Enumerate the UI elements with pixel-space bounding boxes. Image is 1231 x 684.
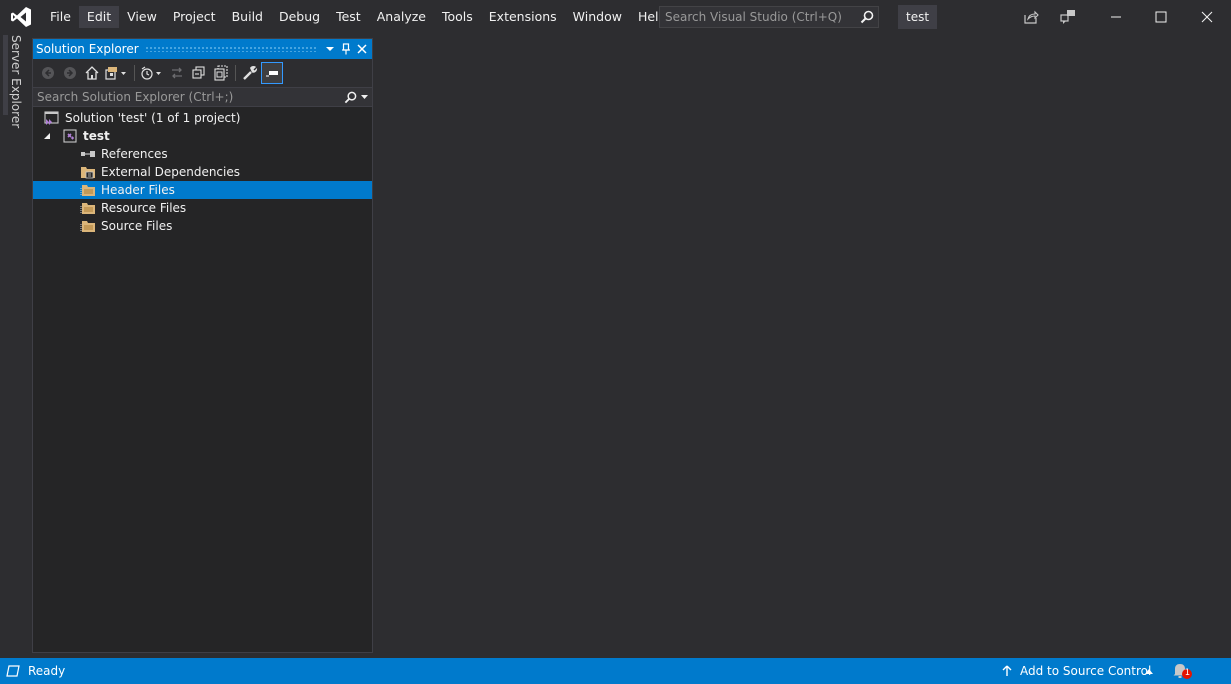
solution-icon — [44, 110, 60, 126]
solution-explorer-titlebar[interactable]: Solution Explorer — [33, 39, 372, 59]
menu-test[interactable]: Test — [328, 6, 369, 28]
menu-analyze[interactable]: Analyze — [369, 6, 434, 28]
close-icon[interactable] — [1184, 0, 1230, 33]
tree-item-header-files[interactable]: Header Files — [33, 181, 372, 199]
toolbar-separator — [235, 65, 236, 81]
menu-tools[interactable]: Tools — [434, 6, 481, 28]
pending-changes-filter-icon[interactable] — [138, 62, 166, 84]
tree-item-label: Resource Files — [101, 201, 187, 215]
tree-item-external-dependencies[interactable]: External Dependencies — [33, 163, 372, 181]
sync-active-document-icon[interactable] — [166, 62, 188, 84]
tree-item-label: Solution 'test' (1 of 1 project) — [65, 111, 241, 125]
minimize-icon[interactable] — [1093, 0, 1139, 33]
tree-item-source-files[interactable]: Source Files — [33, 217, 372, 235]
feedback-icon[interactable] — [1045, 0, 1091, 33]
solution-explorer-toolbar — [33, 59, 372, 87]
search-input[interactable]: Search Visual Studio (Ctrl+Q) — [659, 6, 879, 28]
solution-tree: Solution 'test' (1 of 1 project) test Re… — [33, 107, 372, 235]
filter-folder-icon — [80, 182, 96, 198]
status-bar: Ready Add to Source Control 1 — [0, 658, 1231, 684]
ready-icon — [5, 663, 21, 679]
arrow-up-icon — [1000, 663, 1014, 679]
tree-item-label: Header Files — [101, 183, 175, 197]
menu-window[interactable]: Window — [565, 6, 630, 28]
show-all-files-icon[interactable] — [210, 62, 232, 84]
chevron-up-icon[interactable] — [1144, 667, 1154, 675]
title-grip — [144, 46, 316, 52]
search-icon[interactable] — [341, 91, 359, 104]
add-to-source-control-button[interactable]: Add to Source Control — [1020, 664, 1151, 678]
solution-explorer-panel: Solution Explorer Search Solution Explor… — [32, 38, 373, 653]
solution-explorer-search-placeholder: Search Solution Explorer (Ctrl+;) — [37, 90, 234, 104]
notification-count: 1 — [1184, 668, 1191, 678]
tree-item-resource-files[interactable]: Resource Files — [33, 199, 372, 217]
switch-views-icon[interactable] — [103, 62, 131, 84]
search-placeholder: Search Visual Studio (Ctrl+Q) — [665, 10, 842, 24]
notifications-bell-icon[interactable]: 1 — [1172, 662, 1194, 680]
solution-explorer-title: Solution Explorer — [36, 42, 139, 56]
tree-item-references[interactable]: References — [33, 145, 372, 163]
title-bar: File Edit View Project Build Debug Test … — [0, 0, 1231, 33]
visual-studio-logo-icon — [0, 0, 42, 33]
menu-debug[interactable]: Debug — [271, 6, 328, 28]
menu-project[interactable]: Project — [165, 6, 224, 28]
tree-item-label: test — [83, 129, 110, 143]
references-icon — [80, 146, 96, 162]
tree-item-project[interactable]: test — [33, 127, 372, 145]
solution-name-badge[interactable]: test — [898, 5, 938, 29]
cpp-project-icon — [62, 128, 78, 144]
menu-bar: File Edit View Project Build Debug Test … — [42, 0, 674, 33]
menu-extensions[interactable]: Extensions — [481, 6, 565, 28]
tree-item-label: Source Files — [101, 219, 173, 233]
tree-item-label: External Dependencies — [101, 165, 241, 179]
menu-file[interactable]: File — [42, 6, 79, 28]
status-text: Ready — [28, 664, 66, 678]
toolbar-separator — [134, 65, 135, 81]
close-panel-icon[interactable] — [354, 39, 370, 59]
preview-selected-items-icon[interactable] — [261, 62, 283, 84]
server-explorer-label: Server Explorer — [9, 35, 23, 129]
collapse-all-icon[interactable] — [188, 62, 210, 84]
tree-item-solution[interactable]: Solution 'test' (1 of 1 project) — [33, 109, 372, 127]
properties-wrench-icon[interactable] — [239, 62, 261, 84]
forward-icon[interactable] — [59, 62, 81, 84]
search-options-dropdown-icon[interactable] — [359, 94, 369, 100]
filter-folder-icon — [80, 200, 96, 216]
server-explorer-tab[interactable]: Server Explorer — [3, 35, 25, 128]
solution-explorer-search-input[interactable]: Search Solution Explorer (Ctrl+;) — [33, 87, 372, 107]
maximize-icon[interactable] — [1138, 0, 1184, 33]
menu-view[interactable]: View — [119, 6, 165, 28]
filter-folder-icon — [80, 218, 96, 234]
menu-build[interactable]: Build — [224, 6, 271, 28]
folder-icon — [80, 164, 96, 180]
window-position-dropdown-icon[interactable] — [322, 39, 338, 59]
home-icon[interactable] — [81, 62, 103, 84]
tree-item-label: References — [101, 147, 168, 161]
menu-edit[interactable]: Edit — [78, 5, 120, 28]
pin-icon[interactable] — [338, 39, 354, 59]
back-icon[interactable] — [37, 62, 59, 84]
expand-triangle-icon[interactable] — [42, 131, 52, 141]
search-icon[interactable] — [856, 7, 878, 27]
